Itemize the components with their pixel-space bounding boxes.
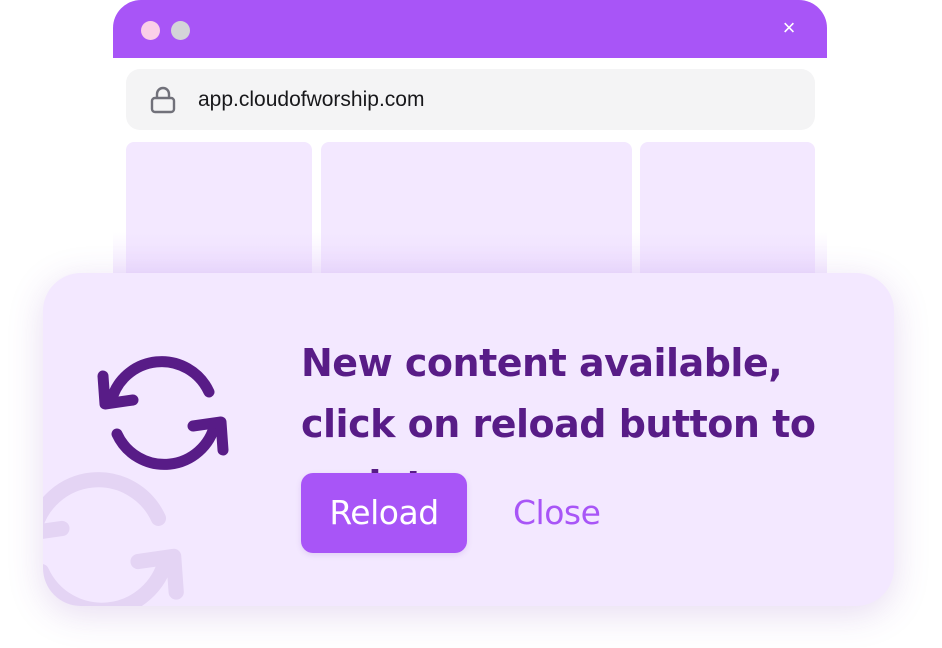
address-bar[interactable]: app.cloudofworship.com: [126, 69, 815, 130]
window-dot-minimize[interactable]: [171, 21, 190, 40]
refresh-icon: [97, 356, 229, 470]
address-url[interactable]: app.cloudofworship.com: [198, 87, 424, 113]
browser-titlebar: ×: [113, 0, 827, 58]
window-dot-close[interactable]: [141, 21, 160, 40]
close-icon[interactable]: ×: [777, 16, 801, 40]
update-notification: New content available, click on reload b…: [43, 273, 894, 606]
reload-button[interactable]: Reload: [301, 473, 467, 553]
lock-icon: [150, 86, 176, 114]
refresh-ghost-icon: [43, 472, 184, 606]
close-button[interactable]: Close: [511, 473, 602, 553]
